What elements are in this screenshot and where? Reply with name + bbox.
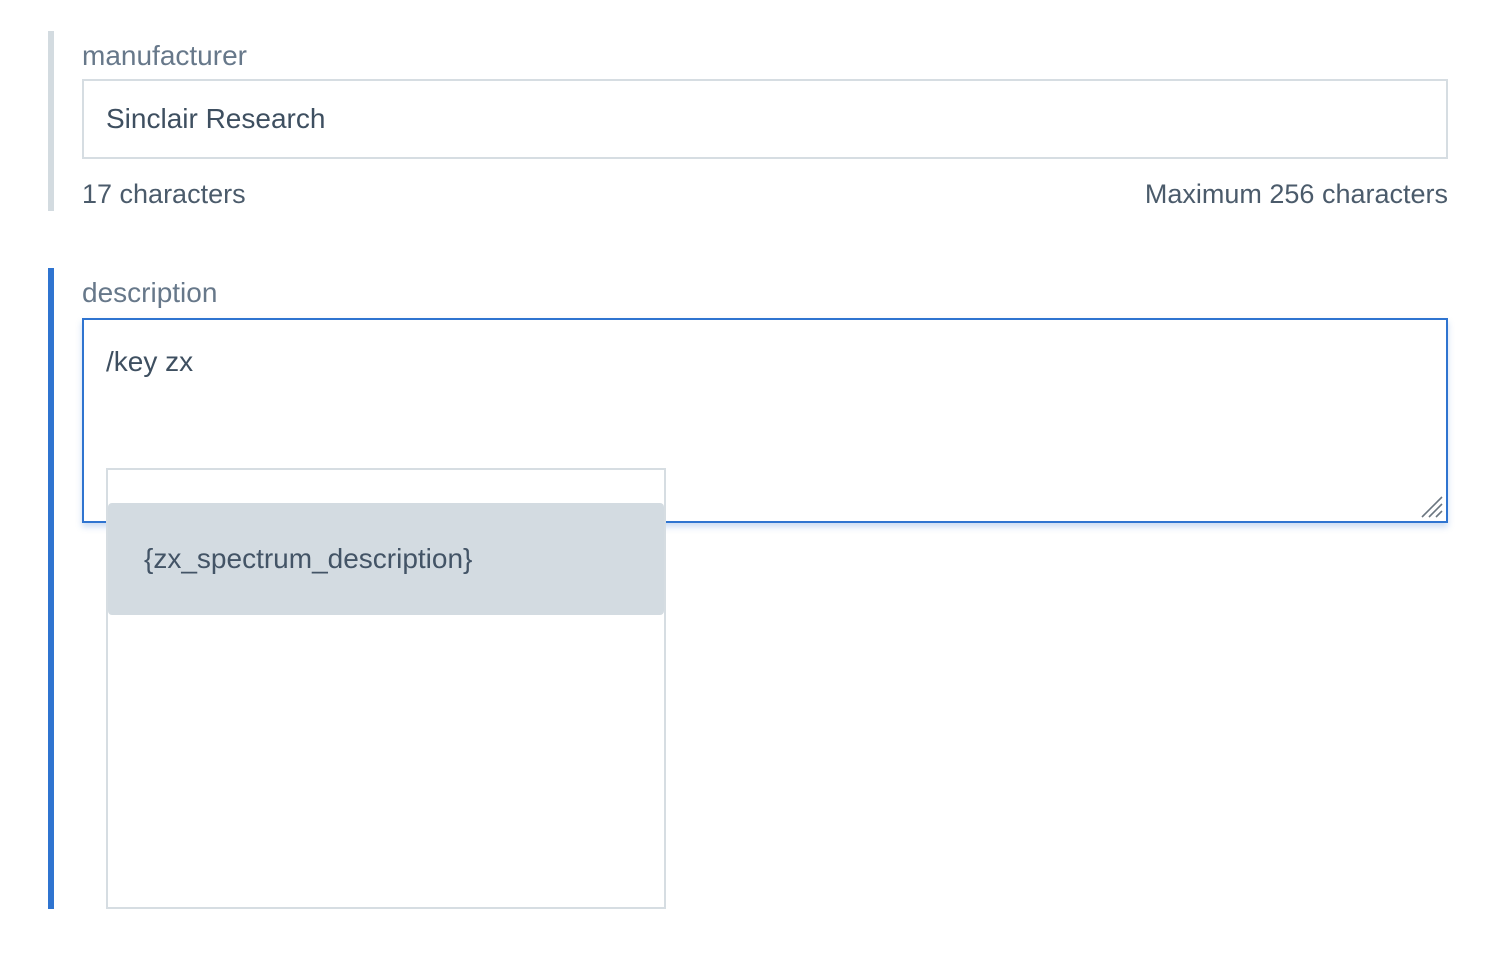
autocomplete-item[interactable]: {zx_spectrum_description}	[108, 503, 664, 615]
manufacturer-field: manufacturer 17 characters Maximum 256 c…	[48, 31, 1448, 211]
manufacturer-label: manufacturer	[82, 40, 247, 71]
resize-handle-icon[interactable]	[1418, 493, 1444, 519]
max-chars: Maximum 256 characters	[1144, 179, 1448, 209]
form-page: manufacturer 17 characters Maximum 256 c…	[0, 0, 1487, 954]
manufacturer-hint-row: 17 characters Maximum 256 characters	[82, 177, 1448, 211]
autocomplete-dropdown: {zx_spectrum_description}	[106, 468, 666, 909]
char-count: 17 characters	[82, 179, 246, 209]
manufacturer-input[interactable]	[82, 79, 1448, 159]
description-label: description	[82, 277, 218, 308]
